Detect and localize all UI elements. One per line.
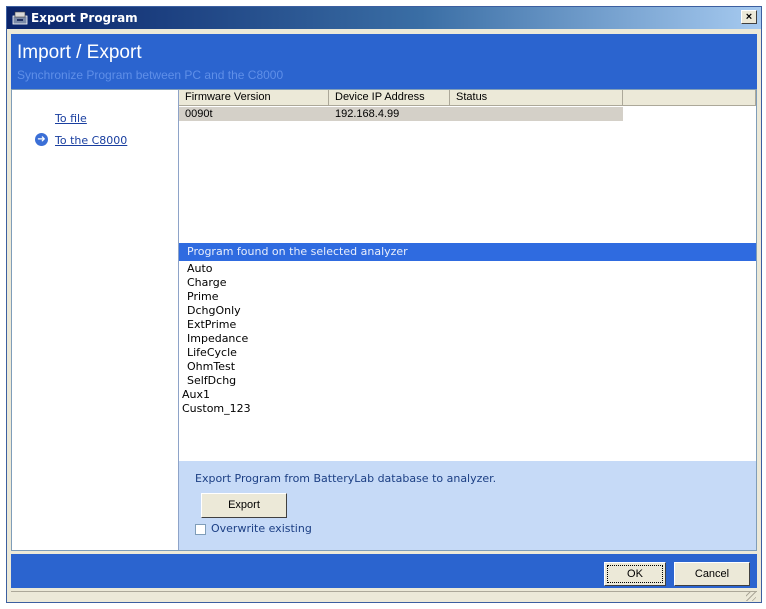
sidebar: To file ➜ To the C8000	[12, 90, 179, 550]
list-item[interactable]: SelfDchg	[179, 374, 756, 388]
status-bar	[11, 591, 757, 602]
program-list[interactable]: Auto Charge Prime DchgOnly ExtPrime Impe…	[179, 262, 756, 460]
device-table: Firmware Version Device IP Address Statu…	[179, 90, 756, 241]
list-item[interactable]: LifeCycle	[179, 346, 756, 360]
page-header: Import / Export Synchronize Program betw…	[11, 34, 757, 89]
column-header-device-ip[interactable]: Device IP Address	[329, 90, 450, 106]
table-header: Firmware Version Device IP Address Statu…	[179, 90, 756, 106]
table-row[interactable]: 0090t 192.168.4.99	[179, 107, 623, 121]
sidebar-item-to-file[interactable]: To file	[55, 112, 87, 125]
list-item[interactable]: DchgOnly	[179, 304, 756, 318]
page-title: Import / Export	[17, 42, 142, 63]
main-content: To file ➜ To the C8000 Firmware Version …	[11, 89, 757, 551]
program-list-header: Program found on the selected analyzer	[179, 243, 756, 261]
overwrite-checkbox[interactable]	[195, 524, 206, 535]
export-program-window: Export Program × Import / Export Synchro…	[6, 6, 762, 603]
export-message: Export Program from BatteryLab database …	[195, 472, 497, 485]
list-item[interactable]: Custom_123	[179, 402, 756, 416]
list-item[interactable]: ExtPrime	[179, 318, 756, 332]
sidebar-item-to-c8000[interactable]: To the C8000	[55, 134, 127, 147]
list-item[interactable]: Impedance	[179, 332, 756, 346]
export-panel: Export Program from BatteryLab database …	[179, 461, 756, 550]
ok-button[interactable]: OK	[604, 562, 666, 586]
window-title: Export Program	[31, 11, 138, 25]
close-button[interactable]: ×	[741, 10, 757, 24]
page-subtitle: Synchronize Program between PC and the C…	[17, 68, 284, 82]
app-icon	[12, 11, 28, 25]
column-header-blank	[623, 90, 756, 106]
resize-grip[interactable]	[746, 591, 756, 601]
arrow-right-circle-icon: ➜	[35, 133, 48, 146]
column-header-firmware-version[interactable]: Firmware Version	[179, 90, 329, 106]
cell-firmware-version: 0090t	[185, 108, 213, 120]
cell-device-ip: 192.168.4.99	[335, 108, 400, 120]
list-item[interactable]: Auto	[179, 262, 756, 276]
list-item[interactable]: Prime	[179, 290, 756, 304]
overwrite-label[interactable]: Overwrite existing	[211, 522, 312, 535]
list-item[interactable]: OhmTest	[179, 360, 756, 374]
export-button[interactable]: Export	[201, 493, 287, 518]
title-bar[interactable]: Export Program ×	[7, 7, 761, 29]
list-item[interactable]: Aux1	[179, 388, 756, 402]
cancel-button[interactable]: Cancel	[674, 562, 750, 586]
footer-bar: OK Cancel	[11, 554, 757, 588]
column-header-status[interactable]: Status	[450, 90, 623, 106]
list-item[interactable]: Charge	[179, 276, 756, 290]
close-icon: ×	[745, 11, 753, 23]
